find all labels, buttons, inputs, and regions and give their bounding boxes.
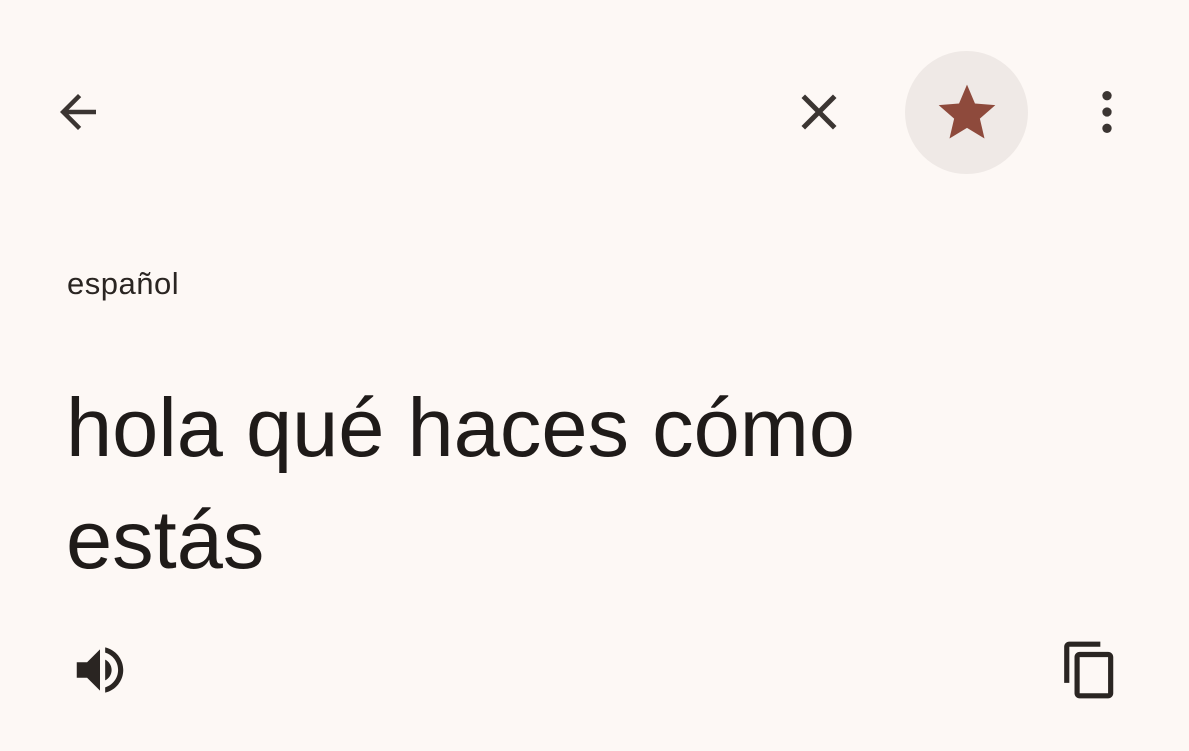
- clear-button[interactable]: [779, 72, 859, 152]
- close-icon: [801, 94, 837, 130]
- more-vert-icon: [1102, 91, 1112, 133]
- source-language-label: español: [67, 266, 180, 301]
- volume-up-icon: [76, 647, 124, 693]
- copy-button[interactable]: [1050, 630, 1130, 710]
- save-favorite-button[interactable]: [905, 51, 1028, 174]
- star-icon: [938, 84, 995, 138]
- more-options-button[interactable]: [1067, 72, 1147, 152]
- back-button[interactable]: [38, 72, 118, 152]
- listen-button[interactable]: [60, 630, 140, 710]
- copy-icon: [1064, 641, 1114, 699]
- source-text: hola qué haces cómo estás: [66, 381, 856, 586]
- arrow-back-icon: [60, 94, 96, 130]
